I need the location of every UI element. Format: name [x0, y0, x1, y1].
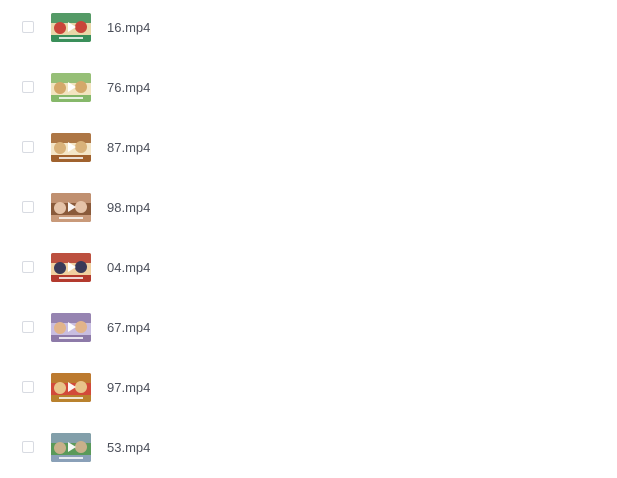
- file-select-checkbox[interactable]: [22, 261, 34, 273]
- file-select-checkbox[interactable]: [22, 381, 34, 393]
- file-select-checkbox[interactable]: [22, 201, 34, 213]
- file-row[interactable]: 98.mp4: [0, 188, 617, 228]
- video-thumbnail-icon[interactable]: [51, 193, 91, 222]
- video-thumbnail-icon[interactable]: [51, 313, 91, 342]
- video-thumbnail-icon[interactable]: [51, 73, 91, 102]
- file-select-checkbox[interactable]: [22, 141, 34, 153]
- file-name[interactable]: 53.mp4: [107, 440, 150, 456]
- file-name[interactable]: 87.mp4: [107, 140, 150, 156]
- video-thumbnail-icon[interactable]: [51, 373, 91, 402]
- file-row[interactable]: 53.mp4: [0, 428, 617, 468]
- video-thumbnail-icon[interactable]: [51, 133, 91, 162]
- file-name[interactable]: 04.mp4: [107, 260, 150, 276]
- video-thumbnail-icon[interactable]: [51, 253, 91, 282]
- file-row[interactable]: 67.mp4: [0, 308, 617, 348]
- file-row[interactable]: 97.mp4: [0, 368, 617, 408]
- file-row[interactable]: 87.mp4: [0, 128, 617, 168]
- file-select-checkbox[interactable]: [22, 441, 34, 453]
- file-row[interactable]: 04.mp4: [0, 248, 617, 288]
- file-select-checkbox[interactable]: [22, 21, 34, 33]
- file-select-checkbox[interactable]: [22, 321, 34, 333]
- file-row[interactable]: 16.mp4: [0, 8, 617, 48]
- file-name[interactable]: 67.mp4: [107, 320, 150, 336]
- video-thumbnail-icon[interactable]: [51, 13, 91, 42]
- file-name[interactable]: 76.mp4: [107, 80, 150, 96]
- file-name[interactable]: 98.mp4: [107, 200, 150, 216]
- file-name[interactable]: 97.mp4: [107, 380, 150, 396]
- file-select-checkbox[interactable]: [22, 81, 34, 93]
- video-thumbnail-icon[interactable]: [51, 433, 91, 462]
- file-name[interactable]: 16.mp4: [107, 20, 150, 36]
- file-row[interactable]: 76.mp4: [0, 68, 617, 108]
